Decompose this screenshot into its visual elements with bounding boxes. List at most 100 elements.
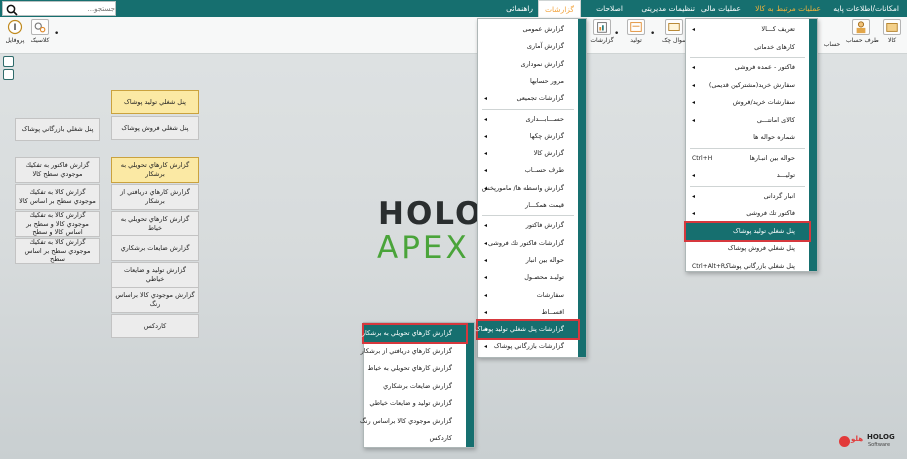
report-cutting-waste-button[interactable]: گزارش ضايعات برشكاري: [111, 235, 199, 261]
menu-corrections[interactable]: اصلاحات: [596, 0, 623, 17]
search-input[interactable]: [19, 3, 115, 15]
reports-menu-item[interactable]: گزارش چكها ◂: [478, 128, 578, 145]
reports-menu-item[interactable]: گزارش آماری: [478, 38, 578, 55]
submenu-item[interactable]: گزارش ضايعات برشكاري: [364, 378, 466, 395]
operations-menu-item[interactable]: كارهای خدماتی: [686, 39, 809, 56]
operations-menu-item[interactable]: فاکتور تك فروشی ◂: [686, 205, 809, 222]
reports-menu-item-label: گزارش چكها: [529, 131, 564, 140]
operations-menu-item[interactable]: پنل شغلي بازرگاني پوشاک Ctrl+Alt+P: [686, 258, 809, 275]
reports-menu-item[interactable]: گزارشات پنل شغلي توليد پوشاک ◂: [475, 319, 580, 341]
menu-financial[interactable]: عملیات مالی: [701, 0, 741, 17]
submenu-item[interactable]: گزارش موجودي كالا براساس رنگ: [360, 413, 466, 430]
info-icon[interactable]: [3, 56, 14, 67]
reports-menu-item-label: گزارش نموداری: [520, 59, 564, 68]
reports-menu-item[interactable]: طرف حســاب ◂: [478, 162, 578, 179]
reports-menu-item[interactable]: مرور حسابها: [478, 73, 578, 90]
operations-menu-item[interactable]: سفارشات خرید/فروش ◂: [686, 94, 809, 111]
chevron-left-icon: ◂: [484, 308, 488, 316]
check-button[interactable]: سوال چک: [662, 19, 688, 53]
chevron-left-icon: ◂: [484, 326, 488, 334]
account-party-button[interactable]: طرف حساب: [846, 19, 879, 53]
operations-menu-item-label: انبار گردانی: [763, 191, 795, 200]
reports-menu-item[interactable]: گزارش كالا ◂: [478, 145, 578, 162]
operations-menu-item-label: پنل شغلي بازرگاني پوشاک: [723, 261, 795, 270]
reports-menu-item[interactable]: اقســاط ◂: [478, 304, 578, 321]
reports-menu-item[interactable]: گزارش نموداری: [478, 56, 578, 73]
report-goods-stock-by-goods-button[interactable]: گزارش كالا به تفكيك موجودي سطح بر اساس ك…: [15, 184, 100, 210]
reports-button[interactable]: گزارشات: [590, 19, 614, 53]
operations-menu-item[interactable]: انبار گردانی ◂: [686, 188, 809, 205]
toolbar-dot: •: [54, 29, 60, 39]
operations-menu-item-label: حواله بین انبـارها: [749, 153, 795, 162]
reports-menu-item[interactable]: گزارشات تجمیعی ◂: [478, 90, 578, 107]
menu-reports[interactable]: گزارشات: [537, 0, 581, 17]
goods-button[interactable]: کالا: [880, 19, 904, 53]
classic-button[interactable]: کلاسیک: [28, 19, 52, 53]
report-stock-by-color-button[interactable]: گزارش موجودي كالا براساس رنگ: [111, 287, 199, 313]
report-delivered-to-cutter-button[interactable]: گزارش كارهاي تحويلي به برشكار: [111, 157, 199, 183]
submenu-item[interactable]: كاردكس: [364, 430, 466, 447]
operations-menu-item-label: تولیـــد: [776, 171, 795, 179]
profile-button[interactable]: پروفایل: [3, 19, 27, 53]
panel-production-clothing-button[interactable]: پنل شغلي توليد پوشاک: [111, 90, 199, 114]
reports-menu-item-label: سفارشات: [536, 290, 564, 299]
operations-menu-item[interactable]: پنل شغلي فروش پوشاک: [686, 240, 809, 257]
operations-menu-item[interactable]: كالای امانتـــی ◂: [686, 112, 809, 129]
search-icon[interactable]: [6, 4, 18, 16]
report-received-from-cutter-button[interactable]: گزارش كارهاي دريافتي از برشكار: [111, 184, 199, 210]
submenu-item[interactable]: گزارش كارهاي تحويلي به خياط: [364, 360, 466, 377]
background-logo-line2: APEX: [377, 230, 470, 266]
toolbar-dot: •: [650, 29, 656, 39]
operations-menu-item-label: پنل شغلي توليد پوشاک: [733, 226, 795, 235]
panel-sales-clothing-button[interactable]: پنل شغلي فروش پوشاک: [111, 116, 199, 140]
reports-menu-item[interactable]: گزارشات بازرگاني پوشاک ◂: [478, 338, 578, 355]
operations-menu-item-label: كالای امانتـــی: [756, 115, 795, 124]
reports-menu-item[interactable]: سفارشات ◂: [478, 287, 578, 304]
submenu-item[interactable]: گزارش كارهاي تحويلي به برشكار: [362, 323, 468, 344]
report-production-tailoring-waste-button[interactable]: گزارش توليد و ضايعات خياطي: [111, 262, 199, 288]
production-button[interactable]: تولید: [624, 19, 648, 53]
reports-menu-item[interactable]: گزارش فاكتور ◂: [478, 217, 578, 234]
reports-menu-item-label: حســـابـــداری: [525, 114, 564, 123]
menu-basic-info[interactable]: امکانات/اطلاعات پایه: [833, 0, 899, 17]
submenu-item[interactable]: گزارش كارهاي دريافتي از برشكار: [360, 343, 466, 360]
menu-management-settings[interactable]: تنظیمات مدیریتی: [641, 0, 695, 17]
operations-menu-item[interactable]: تولیـــد ◂: [686, 167, 809, 184]
reports-menu-item[interactable]: حواله بین انبار ◂: [478, 252, 578, 269]
report-invoice-stock-button[interactable]: گزارش فاكتور به تفكيك موجودي سطح كالا: [15, 157, 100, 183]
operations-menu-item[interactable]: پنل شغلي توليد پوشاک: [684, 220, 811, 242]
reports-menu-item[interactable]: تولیـد محصـول ◂: [478, 269, 578, 286]
operations-menu-item[interactable]: تعریف کـــالا ◂: [686, 21, 809, 38]
menu-goods-operations[interactable]: عملیات مرتبط به کالا: [755, 0, 821, 17]
submenu-item-label: گزارش كارهاي دريافتي از برشكار: [360, 346, 452, 355]
report-goods-stock-by-level-button[interactable]: گزارش كالا به تفكيك موجودي سطح بر اساس س…: [15, 238, 100, 264]
reports-menu-item-label: گزارشات فاكتور تك فروشی: [488, 238, 564, 247]
cardex-button[interactable]: كاردكس: [111, 314, 199, 338]
classic-label: کلاسیک: [30, 37, 50, 44]
reports-menu-item[interactable]: حســـابـــداری ◂: [478, 111, 578, 128]
operations-menu-item-label: پنل شغلي فروش پوشاک: [727, 244, 795, 252]
report-goods-stock-by-goods-level-button[interactable]: گزارش كالا به تفكيك موجودي كالا و سطح بر…: [15, 211, 100, 237]
reports-menu-item[interactable]: گزارش عمومی: [478, 21, 578, 38]
search-box[interactable]: [2, 1, 116, 16]
reports-menu-item[interactable]: گزارشات فاكتور تك فروشی ◂: [478, 235, 578, 252]
reports-menu-item[interactable]: گزارش واسطه ها/ مامورپخش ◂: [478, 180, 578, 197]
operations-menu-item-label: سفارشات خرید/فروش: [732, 98, 795, 106]
reports-menu-item[interactable]: قیمت همكـــار: [478, 197, 578, 214]
operations-menu-item[interactable]: شماره حواله ها: [686, 129, 809, 146]
submenu-item[interactable]: گزارش توليد و ضايعات خياطي: [364, 395, 466, 412]
logo-subtitle: Software: [868, 442, 891, 448]
check-label: سوال چک: [662, 37, 688, 44]
menu-help[interactable]: راهنمائی: [506, 0, 533, 17]
operations-menu-item[interactable]: سفارش خرید(مشتركین قدیمی) ◂: [686, 77, 809, 94]
operations-menu-item-label: سفارش خرید(مشتركین قدیمی): [708, 80, 795, 89]
user-icon[interactable]: [3, 69, 14, 80]
chevron-left-icon: ◂: [484, 291, 488, 299]
operations-menu-item[interactable]: حواله بین انبـارها Ctrl+H: [686, 150, 809, 167]
chevron-left-icon: ◂: [692, 116, 696, 124]
production-icon: [627, 19, 645, 35]
report-delivered-to-tailor-button[interactable]: گزارش كارهاي تحويلي به خياط: [111, 211, 199, 237]
account-button[interactable]: حساب: [820, 19, 844, 53]
operations-menu-item[interactable]: فاكتور - عمده فروشی ◂: [686, 59, 809, 76]
panel-trade-clothing-button[interactable]: پنل شغلي بازرگاني پوشاک: [15, 118, 100, 141]
